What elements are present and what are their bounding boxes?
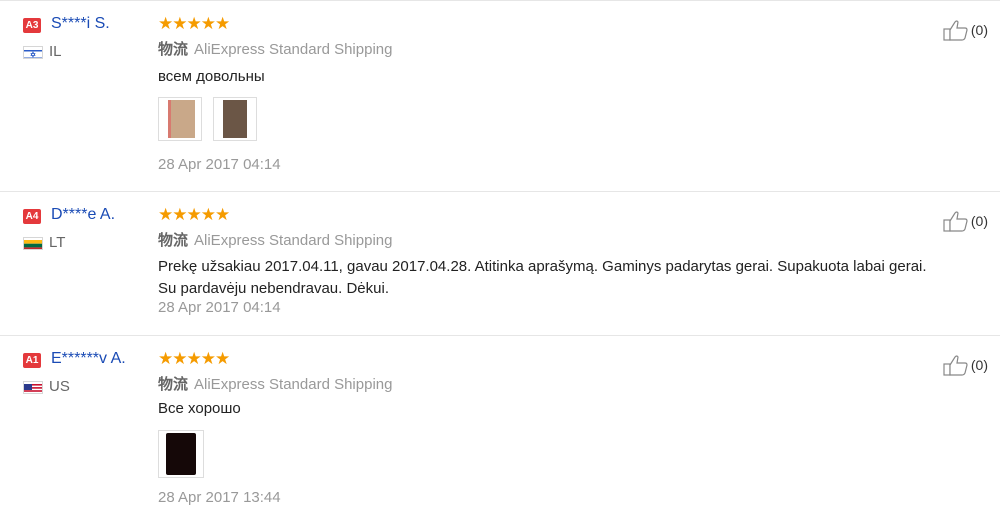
israel-flag-icon — [23, 46, 43, 59]
shipping-method: 物流 AliExpress Standard Shipping — [158, 373, 392, 394]
buyer-level-badge: A3 — [23, 18, 41, 33]
shipping-method: 物流 AliExpress Standard Shipping — [158, 38, 392, 59]
helpful-count: (0) — [970, 22, 988, 38]
review-photos — [158, 97, 264, 141]
shipping-method-text: AliExpress Standard Shipping — [194, 41, 393, 58]
review-text: Все хорошо — [158, 400, 241, 417]
review-date: 28 Apr 2017 04:14 — [158, 156, 281, 173]
helpful-count: (0) — [970, 213, 988, 229]
thumbs-up-icon — [943, 355, 968, 376]
helpful-count: (0) — [970, 357, 988, 373]
usa-flag-icon — [23, 381, 43, 394]
rating-stars: ★★★★★ — [158, 205, 230, 224]
review-item: A3 S****i S. IL ★★★★★ 物流 AliExpress Stand… — [0, 0, 1000, 192]
thumbs-up-icon — [943, 20, 968, 41]
review-photo-thumbnail[interactable] — [158, 97, 202, 141]
reviewer-country: LT — [49, 234, 66, 251]
review-date: 28 Apr 2017 13:44 — [158, 489, 281, 506]
review-photos — [158, 430, 211, 478]
thumbs-up-icon — [943, 211, 968, 232]
shipping-label: 物流 — [158, 376, 189, 393]
shipping-label: 物流 — [158, 41, 189, 58]
review-item: A4 D****e A. LT ★★★★★ 物流 AliExpress Stand… — [0, 192, 1000, 336]
rating-stars: ★★★★★ — [158, 349, 230, 368]
shipping-method-text: AliExpress Standard Shipping — [194, 376, 393, 393]
rating-stars: ★★★★★ — [158, 14, 230, 33]
review-photo-thumbnail[interactable] — [158, 430, 204, 478]
buyer-level-badge: A4 — [23, 209, 41, 224]
reviewer-country: US — [49, 378, 70, 395]
review-item: A1 E******v A. US ★★★★★ 物流 AliExpress Sta… — [0, 336, 1000, 518]
shipping-method: 物流 AliExpress Standard Shipping — [158, 229, 392, 250]
buyer-level-badge: A1 — [23, 353, 41, 368]
shipping-method-text: AliExpress Standard Shipping — [194, 232, 393, 249]
review-photo-thumbnail[interactable] — [213, 97, 258, 141]
review-date: 28 Apr 2017 04:14 — [158, 299, 281, 316]
reviewer-name[interactable]: E******v A. — [51, 350, 126, 368]
helpful-button[interactable]: (0) — [943, 209, 988, 233]
review-text: всем довольны — [158, 68, 265, 85]
review-text: Prekę užsakiau 2017.04.11, gavau 2017.04… — [158, 258, 927, 297]
lithuania-flag-icon — [23, 237, 43, 250]
shipping-label: 物流 — [158, 232, 189, 249]
reviewer-country: IL — [49, 43, 62, 60]
reviewer-name[interactable]: D****e A. — [51, 206, 115, 224]
helpful-button[interactable]: (0) — [943, 18, 988, 42]
helpful-button[interactable]: (0) — [943, 353, 988, 377]
reviewer-name[interactable]: S****i S. — [51, 15, 110, 33]
